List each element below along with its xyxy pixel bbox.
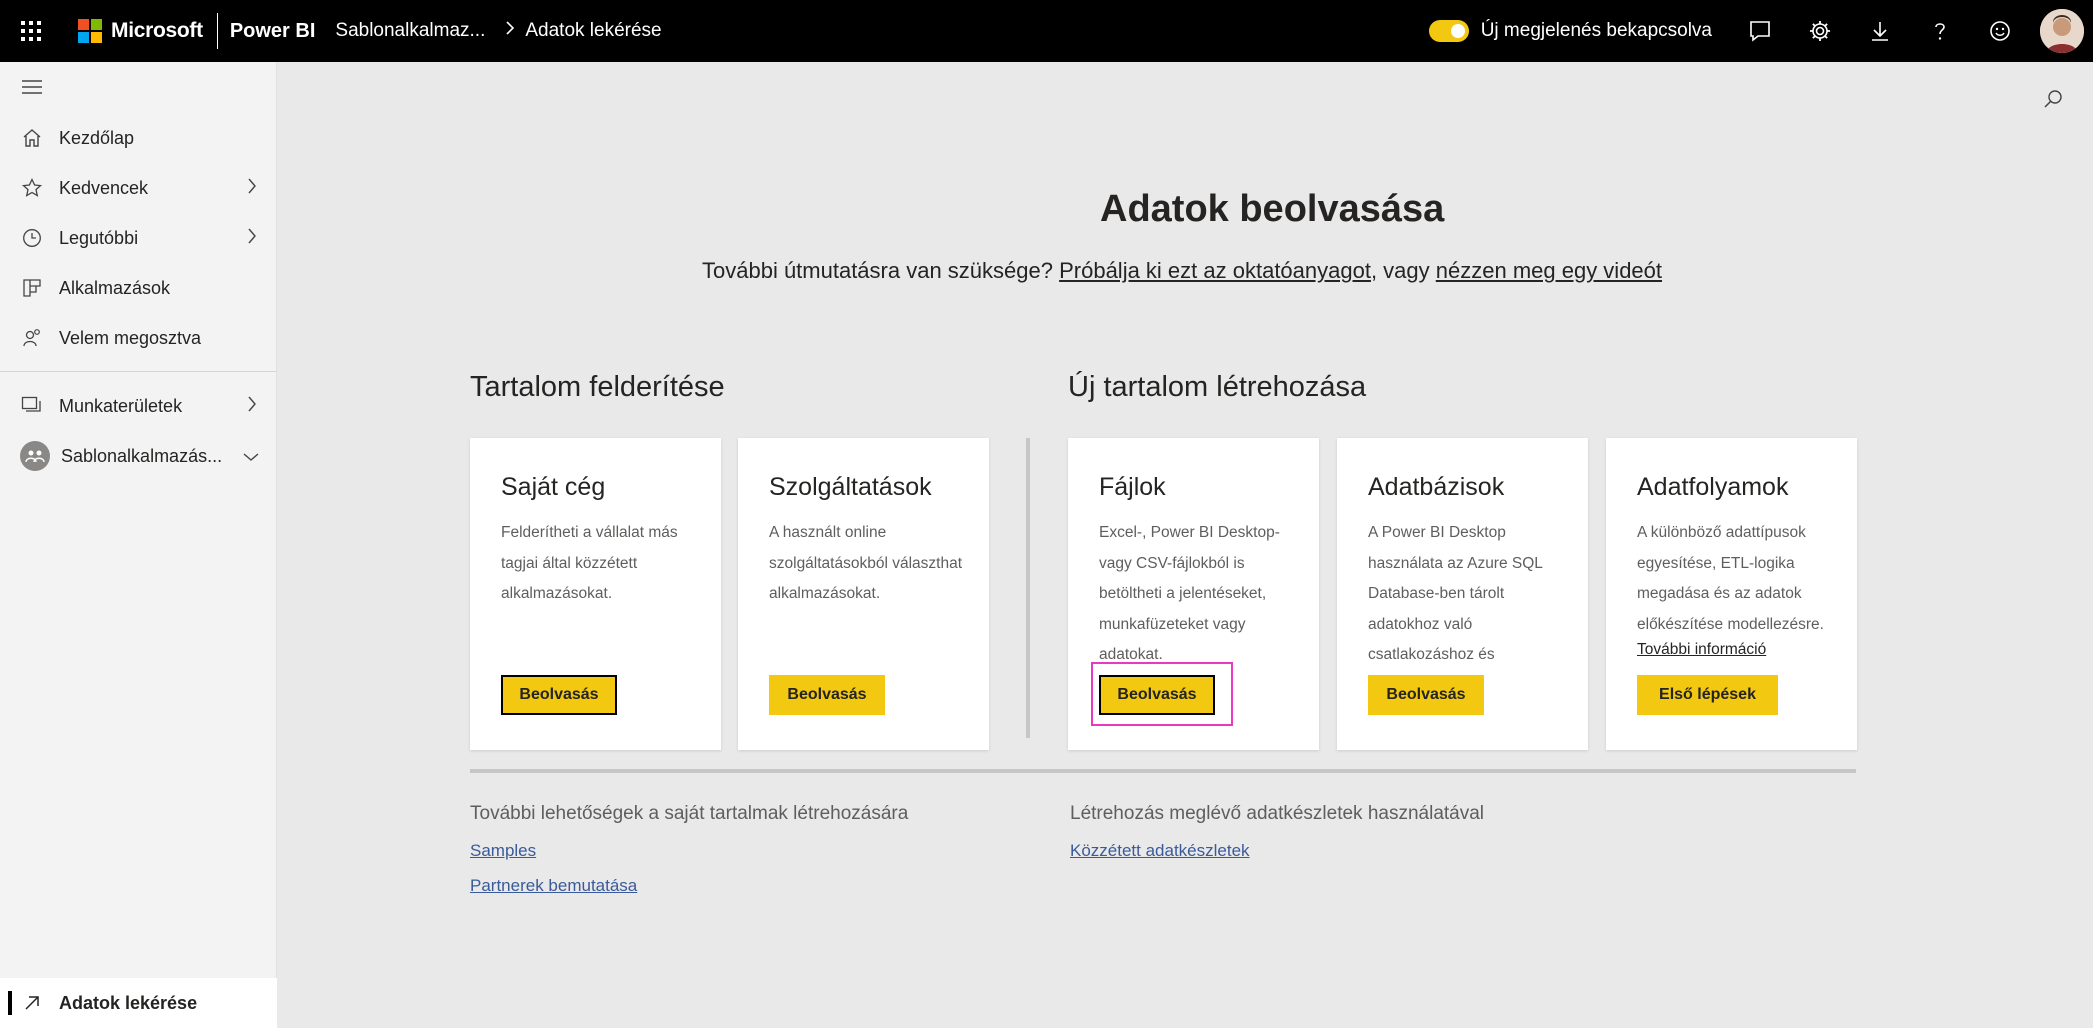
nav-label: Sablonalkalmazás... xyxy=(61,445,223,466)
card-dataflows: Adatfolyamok A különböző adattípusok egy… xyxy=(1606,438,1857,750)
user-avatar[interactable] xyxy=(2040,9,2084,53)
section-divider-vertical xyxy=(1026,438,1030,738)
nav-label: Velem megosztva xyxy=(59,327,202,348)
create-heading: Új tartalom létrehozása xyxy=(1068,371,1367,403)
download-button[interactable] xyxy=(1850,0,1910,62)
card-title: Szolgáltatások xyxy=(769,473,932,501)
published-datasets-link[interactable]: Közzétett adatkészletek xyxy=(1070,841,1250,861)
search-button[interactable] xyxy=(2042,88,2064,115)
nav-label: Kedvencek xyxy=(59,177,149,198)
chevron-right-icon xyxy=(247,177,257,200)
section-divider-horizontal xyxy=(470,769,1856,773)
highlight-box xyxy=(1091,662,1233,726)
workspace-avatar-icon xyxy=(20,441,50,471)
chat-icon xyxy=(1750,21,1770,42)
subtitle-text: , vagy xyxy=(1370,258,1436,283)
left-nav: Kezdőlap Kedvencek Legutóbbi Alkalmazáso… xyxy=(0,62,277,1028)
chevron-right-icon xyxy=(247,395,257,418)
video-link[interactable]: nézzen meg egy videót xyxy=(1436,258,1662,283)
learn-more-link[interactable]: További információ xyxy=(1637,641,1766,659)
hamburger-icon xyxy=(22,80,42,94)
samples-link[interactable]: Samples xyxy=(470,841,536,861)
card-description: A különböző adattípusok egyesítése, ETL-… xyxy=(1637,524,1824,633)
nav-label: Adatok lekérése xyxy=(59,992,198,1013)
nav-label: Alkalmazások xyxy=(59,277,171,298)
card-my-organization: Saját cég Felderítheti a vállalat más ta… xyxy=(470,438,721,750)
nav-item-workspaces[interactable]: Munkaterületek xyxy=(0,381,277,431)
chevron-right-icon xyxy=(247,227,257,250)
nav-item-get-data[interactable]: Adatok lekérése xyxy=(0,978,277,1028)
help-button[interactable] xyxy=(1910,0,1970,62)
discover-heading: Tartalom felderítése xyxy=(470,371,725,403)
waffle-icon xyxy=(21,21,41,41)
star-icon xyxy=(21,177,43,199)
selected-indicator xyxy=(8,991,12,1015)
nav-item-template-app-workspace[interactable]: Sablonalkalmazás... xyxy=(0,431,277,481)
card-title: Fájlok xyxy=(1099,473,1166,501)
breadcrumb-workspace[interactable]: Sablonalkalmaz... xyxy=(335,20,485,42)
help-icon xyxy=(1935,23,1945,40)
breadcrumb-current[interactable]: Adatok lekérése xyxy=(525,20,661,42)
arrow-up-right-icon xyxy=(21,992,43,1014)
nav-divider xyxy=(0,371,277,372)
card-description: A Power BI Desktop használata az Azure S… xyxy=(1368,524,1543,694)
nav-item-home[interactable]: Kezdőlap xyxy=(0,113,277,163)
shared-icon xyxy=(21,327,43,349)
card-description: A használt online szolgáltatásokból vála… xyxy=(769,524,963,602)
workspaces-icon xyxy=(21,395,43,417)
smiley-icon xyxy=(1990,21,2010,41)
top-bar: Microsoft Power BI Sablonalkalmaz... Ada… xyxy=(0,0,2093,62)
search-icon xyxy=(2044,90,2062,108)
feedback-smiley-button[interactable] xyxy=(1970,0,2030,62)
nav-item-favorites[interactable]: Kedvencek xyxy=(0,163,277,213)
new-look-toggle[interactable] xyxy=(1428,20,1469,42)
nav-item-apps[interactable]: Alkalmazások xyxy=(0,263,277,313)
get-button[interactable]: Beolvasás xyxy=(769,675,885,715)
nav-label: Munkaterületek xyxy=(59,395,183,416)
microsoft-logo-icon xyxy=(78,19,102,43)
feedback-button[interactable] xyxy=(1730,0,1790,62)
tutorial-link[interactable]: Próbálja ki ezt az oktatóanyagot xyxy=(1059,258,1371,283)
partner-showcase-link[interactable]: Partnerek bemutatása xyxy=(470,876,637,896)
gear-icon xyxy=(1810,21,1830,41)
page-title: Adatok beolvasása xyxy=(1100,188,1445,230)
settings-button[interactable] xyxy=(1790,0,1850,62)
breadcrumb-chevron-icon xyxy=(505,20,515,42)
card-title: Adatbázisok xyxy=(1368,473,1505,501)
apps-icon xyxy=(21,277,43,299)
get-started-button[interactable]: Első lépések xyxy=(1637,675,1778,715)
card-services: Szolgáltatások A használt online szolgál… xyxy=(738,438,989,750)
card-title: Adatfolyamok xyxy=(1637,473,1789,501)
nav-label: Kezdőlap xyxy=(59,127,135,148)
microsoft-brand[interactable]: Microsoft xyxy=(111,19,203,43)
nav-item-shared[interactable]: Velem megosztva xyxy=(0,313,277,363)
card-title: Saját cég xyxy=(501,473,606,501)
nav-item-recent[interactable]: Legutóbbi xyxy=(0,213,277,263)
get-button[interactable]: Beolvasás xyxy=(501,675,617,715)
subtitle-text: További útmutatásra van szüksége? xyxy=(702,258,1060,283)
brand-divider xyxy=(216,13,218,49)
chevron-down-icon xyxy=(243,449,259,467)
get-button[interactable]: Beolvasás xyxy=(1368,675,1484,715)
existing-datasets-heading: Létrehozás meglévő adatkészletek használ… xyxy=(1070,803,1485,824)
card-description: Excel-, Power BI Desktop- vagy CSV-fájlo… xyxy=(1099,524,1280,663)
card-databases: Adatbázisok A Power BI Desktop használat… xyxy=(1337,438,1588,750)
power-bi-brand[interactable]: Power BI xyxy=(230,20,316,43)
nav-label: Legutóbbi xyxy=(59,227,139,248)
page-subtitle: További útmutatásra van szüksége? Próbál… xyxy=(702,258,1662,284)
card-description: Felderítheti a vállalat más tagjai által… xyxy=(501,524,678,602)
hamburger-menu-button[interactable] xyxy=(22,80,44,99)
clock-icon xyxy=(21,227,43,249)
home-icon xyxy=(21,127,43,149)
new-look-label: Új megjelenés bekapcsolva xyxy=(1480,20,1712,41)
more-options-heading: További lehetőségek a saját tartalmak lé… xyxy=(470,803,909,824)
download-icon xyxy=(1872,22,1888,41)
app-launcher-button[interactable] xyxy=(0,0,62,62)
